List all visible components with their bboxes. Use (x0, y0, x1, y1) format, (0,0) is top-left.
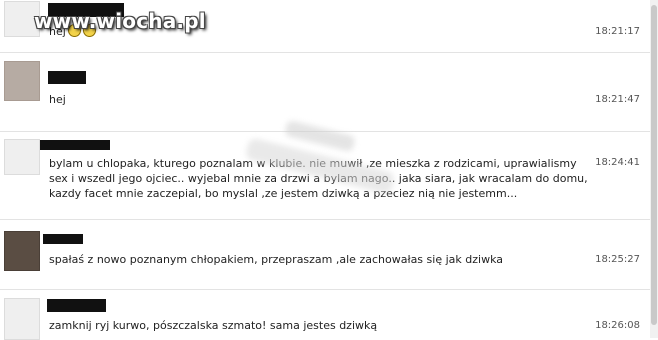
message-text: spałaś z nowo poznanym chłopakiem, przep… (49, 253, 503, 266)
message-text: hej (49, 93, 66, 106)
message-item: zamknij ryj kurwo, pószczalska szmato! s… (0, 289, 650, 340)
message-item: hej 18:21:47 (0, 52, 650, 119)
message-time: 18:21:47 (595, 94, 640, 105)
watermark-logo: www.wiocha.pl (34, 9, 206, 33)
sender-name-redacted (47, 299, 106, 312)
sender-name-redacted (48, 71, 86, 84)
avatar[interactable] (4, 298, 40, 340)
scrollbar[interactable] (650, 0, 658, 338)
sender-name-redacted (43, 234, 83, 244)
avatar[interactable] (4, 139, 40, 175)
avatar[interactable] (4, 231, 40, 271)
message-time: 18:26:08 (595, 320, 640, 331)
scrollbar-thumb[interactable] (651, 5, 657, 325)
message-time: 18:21:17 (595, 26, 640, 37)
message-text: zamknij ryj kurwo, pószczalska szmato! s… (49, 319, 378, 332)
avatar[interactable] (4, 61, 40, 101)
message-item: spałaś z nowo poznanym chłopakiem, przep… (0, 219, 650, 282)
sender-name-redacted (40, 140, 110, 150)
message-time: 18:24:41 (595, 157, 640, 168)
chat-log: hej 18:21:17 hej 18:21:47 bylam u chlopa… (0, 0, 650, 340)
message-time: 18:25:27 (595, 254, 640, 265)
